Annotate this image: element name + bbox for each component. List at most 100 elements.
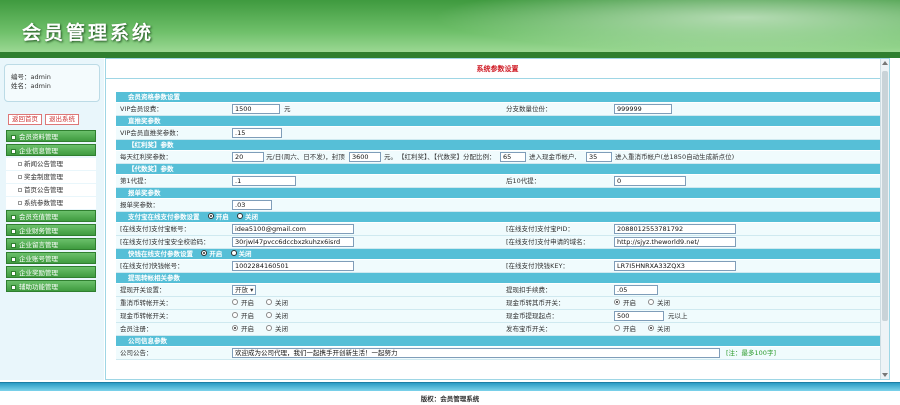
direct-bonus-input[interactable]: .15	[232, 128, 282, 138]
section-report-bonus: 报单奖参数	[116, 188, 884, 199]
sidebar-subitem-home-notice[interactable]: 首页公告管理	[6, 184, 96, 196]
logout-button[interactable]: 退出系统	[45, 114, 79, 125]
radio-checked-icon	[207, 213, 214, 219]
sidebar-item-messages[interactable]: 企业留言管理	[6, 238, 96, 250]
cash-transfer-off-radio[interactable]: 关闭	[266, 310, 288, 323]
alipay-key-label: [在线支付]支付宝安全校验码：	[120, 238, 210, 246]
register-on-radio[interactable]: 开启	[232, 323, 254, 336]
alipay-domain-label: [在线支付]支付申请的域名：	[506, 238, 590, 246]
menu-square-icon	[11, 270, 16, 276]
radio-checked-icon	[232, 325, 238, 331]
vip-fee-label: VIP会员设费：	[120, 105, 163, 113]
reconsume-off-radio[interactable]: 关闭	[266, 297, 288, 310]
alipay-account-label: [在线支付]支付宝帐号：	[120, 225, 191, 233]
register-off-radio[interactable]: 关闭	[266, 323, 288, 336]
alipay-pid-label: [在线支付]支付宝PID：	[506, 225, 574, 233]
radio-checked-icon	[648, 325, 654, 331]
alipay-key-input[interactable]: 30rjwl47pvcc6dccbxzkuhzx6isrd	[232, 237, 354, 247]
row-vip: VIP会员设费： 1500 元 分支数量位份： 999999	[116, 103, 884, 116]
kuaiqian-section-title: 快钱在线支付参数设置	[128, 250, 193, 258]
withdraw-fee-label: 提现扣手续费：	[506, 286, 552, 294]
sidebar-subitem-bonus[interactable]: 奖金制度管理	[6, 171, 96, 183]
cash-min-input[interactable]: 500	[614, 311, 664, 321]
sidebar-item-tools[interactable]: 辅助功能管理	[6, 280, 96, 292]
radio-checked-icon	[201, 250, 208, 256]
kuaiqian-on-radio[interactable]: 开启	[201, 249, 222, 260]
gen10-input[interactable]: 0	[614, 176, 686, 186]
row-alipay-key: [在线支付]支付宝安全校验码： 30rjwl47pvcc6dccbxzkuhzx…	[116, 236, 884, 249]
cash-transfer-on-radio[interactable]: 开启	[232, 310, 254, 323]
row-notice: 公司公告： 欢迎成为公司代理，我们一起携手开创新生活！一起努力 [注：最多100…	[116, 347, 884, 360]
radio-unchecked-icon	[266, 325, 272, 331]
dividend-input[interactable]: 20	[232, 152, 264, 162]
vip-fee-input[interactable]: 1500	[232, 104, 280, 114]
withdraw-switch-label: 提现开关设置：	[120, 286, 166, 294]
dividend-ratio-end-text: 进入重消币帐户(总1850自动生成新点位)	[615, 153, 735, 161]
vertical-scrollbar[interactable]	[880, 59, 889, 379]
cash-convert-label: 现金币转其币开关：	[506, 299, 565, 307]
kuaiqian-account-input[interactable]: 1002284160501	[232, 261, 354, 271]
alipay-pid-input[interactable]: 2088012553781792	[614, 224, 736, 234]
branch-count-input[interactable]: 999999	[614, 104, 672, 114]
bingo-on-radio[interactable]: 开启	[614, 323, 636, 336]
report-bonus-input[interactable]: .03	[232, 200, 272, 210]
cash-convert-on-radio[interactable]: 开启	[614, 297, 636, 310]
vip-fee-unit: 元	[284, 105, 291, 113]
sidebar: 编号：admin 姓名：admin 返回首页 退出系统 会员资料管理 企业信息管理…	[0, 58, 104, 380]
sidebar-item-company-info[interactable]: 企业信息管理	[6, 144, 96, 156]
bullet-icon	[18, 188, 22, 192]
alipay-on-radio[interactable]: 开启	[207, 212, 229, 223]
alipay-account-input[interactable]: idea5100@gmail.com	[232, 224, 354, 234]
user-id: 编号：admin	[11, 73, 51, 81]
radio-unchecked-icon	[266, 299, 272, 305]
home-button[interactable]: 返回首页	[8, 114, 42, 125]
footer-copyright: 版权：会员管理系统	[420, 395, 480, 403]
menu-square-icon	[11, 284, 16, 290]
menu-square-icon	[11, 242, 16, 248]
dividend-ratio-reconsume-input[interactable]: 35	[586, 152, 612, 162]
sidebar-subitem-system-params[interactable]: 系统参数管理	[6, 197, 96, 209]
radio-unchecked-icon	[230, 250, 237, 256]
notice-note: [注：最多100字]	[726, 349, 776, 357]
row-withdraw: 提现开关设置： 开放 ▾ 提现扣手续费： .05	[116, 284, 884, 297]
app-header: 会员管理系统	[0, 0, 900, 58]
sidebar-item-member-profile[interactable]: 会员资料管理	[6, 130, 96, 142]
row-alipay-account: [在线支付]支付宝帐号： idea5100@gmail.com [在线支付]支付…	[116, 223, 884, 236]
menu-square-icon	[11, 228, 16, 234]
dividend-ratio-label: 【红利奖】、【代数奖】分配比例：	[398, 153, 496, 161]
radio-unchecked-icon	[614, 325, 620, 331]
sidebar-subitem-news[interactable]: 新闻公告管理	[6, 158, 96, 170]
notice-input[interactable]: 欢迎成为公司代理，我们一起携手开创新生活！一起努力	[232, 348, 720, 358]
kuaiqian-account-label: [在线支付]快钱帐号：	[120, 262, 184, 270]
sidebar-item-recharge[interactable]: 会员充值管理	[6, 210, 96, 222]
dividend-ratio-cash-input[interactable]: 65	[500, 152, 526, 162]
cash-convert-off-radio[interactable]: 关闭	[648, 297, 670, 310]
row-register: 会员注册： 开启 关闭 发布宝币开关： 开启 关闭	[116, 323, 884, 336]
dividend-ratio-cash-text: 进入现金币帐户,	[529, 153, 577, 161]
kuaiqian-key-label: [在线支付]快钱KEY：	[506, 262, 569, 270]
sidebar-item-accounts[interactable]: 企业账号管理	[6, 252, 96, 264]
radio-unchecked-icon	[648, 299, 654, 305]
kuaiqian-off-radio[interactable]: 关闭	[230, 249, 252, 260]
gen1-input[interactable]: .1	[232, 176, 296, 186]
branch-count-label: 分支数量位份：	[506, 105, 552, 113]
settings-form: 会员资格参数设置 VIP会员设费： 1500 元 分支数量位份： 999999 …	[116, 92, 884, 360]
bingo-off-radio[interactable]: 关闭	[648, 323, 670, 336]
header-glow	[380, 0, 900, 58]
alipay-off-radio[interactable]: 关闭	[237, 212, 258, 223]
withdraw-fee-input[interactable]: .05	[614, 285, 658, 295]
section-dividend: 【红利奖】参数	[116, 140, 884, 151]
withdraw-switch-select[interactable]: 开放 ▾	[232, 285, 257, 295]
scroll-thumb[interactable]	[882, 71, 888, 321]
sidebar-item-rewards[interactable]: 企业奖励管理	[6, 266, 96, 278]
scroll-up-icon[interactable]	[882, 61, 888, 65]
section-kuaiqian: 快钱在线支付参数设置 开启 关闭	[116, 249, 884, 260]
kuaiqian-key-input[interactable]: LR7I5HNRXA33ZQX3	[614, 261, 736, 271]
sidebar-item-finance[interactable]: 企业财务管理	[6, 224, 96, 236]
scroll-down-icon[interactable]	[882, 373, 888, 377]
reconsume-on-radio[interactable]: 开启	[232, 297, 254, 310]
alipay-domain-input[interactable]: http://sjyz.theworld9.net/	[614, 237, 736, 247]
row-generation: 第1代提： .1 后10代提： 0	[116, 175, 884, 188]
section-generation-bonus: 【代数奖】参数	[116, 164, 884, 175]
dividend-cap-input[interactable]: 3600	[349, 152, 381, 162]
